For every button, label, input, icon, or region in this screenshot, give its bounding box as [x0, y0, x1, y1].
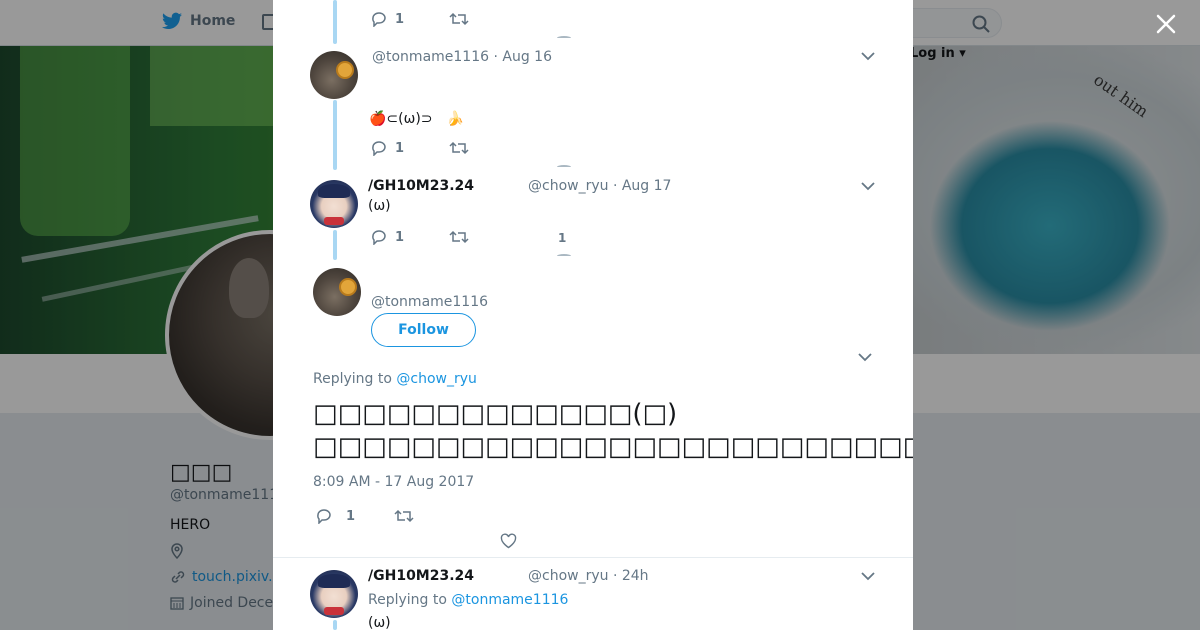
main-tweet-avatar[interactable]	[313, 268, 361, 316]
avatar[interactable]	[310, 180, 358, 228]
retweet-action[interactable]	[449, 11, 469, 27]
tweet-handle[interactable]: @chow_ryu	[528, 178, 609, 194]
like-count: 1	[558, 231, 567, 245]
reply-action[interactable]: 1	[371, 229, 404, 245]
tweet-header: @tonmame1116 · Aug 16	[372, 49, 552, 65]
thread-connector	[333, 620, 337, 630]
like-icon[interactable]	[557, 36, 571, 40]
reply-icon	[372, 141, 386, 156]
tweet-text: (ω)	[368, 615, 391, 630]
tweet-detail-modal: 1 @tonmame1116 · Aug 16 🍎⊂(ω)⊃ 🍌 1 /GH10…	[273, 0, 913, 630]
retweet-action[interactable]	[394, 508, 414, 524]
replying-to: Replying to @chow_ryu	[313, 371, 477, 387]
reply-icon	[372, 230, 386, 245]
reply-count: 1	[395, 229, 405, 245]
tweet-handle[interactable]: @tonmame1116	[372, 49, 489, 65]
avatar[interactable]	[310, 570, 358, 618]
avatar[interactable]	[310, 51, 358, 99]
replying-prefix: Replying to	[313, 371, 392, 387]
tweet-date[interactable]: 24h	[622, 568, 649, 584]
tweet-header: @chow_ryu · 24h	[528, 568, 649, 584]
reply-icon	[317, 509, 331, 524]
replying-to-link[interactable]: @tonmame1116	[451, 592, 568, 608]
retweet-icon	[449, 12, 469, 26]
retweet-icon	[449, 230, 469, 244]
reply-icon	[372, 12, 386, 27]
chevron-down-icon[interactable]	[861, 571, 875, 581]
reply-count: 1	[395, 11, 405, 27]
chevron-down-icon[interactable]	[861, 51, 875, 61]
main-tweet-text: □□□□□□□□□□□□□(□) □□□□□□□□□□□□□□□□□□□□□□□…	[313, 398, 913, 464]
tweet-author-name[interactable]: /GH10M23.24	[368, 568, 474, 584]
tweet-header: @chow_ryu · Aug 17	[528, 178, 672, 194]
reply-action[interactable]: 1	[371, 11, 404, 27]
chevron-down-icon[interactable]	[858, 352, 872, 362]
tweet-text: 🍎⊂(ω)⊃ 🍌	[369, 111, 464, 127]
replying-prefix: Replying to	[368, 592, 447, 608]
heart-icon[interactable]	[500, 533, 517, 549]
replying-to: Replying to @tonmame1116	[368, 592, 568, 608]
like-icon[interactable]	[557, 254, 571, 258]
like-icon[interactable]	[557, 165, 571, 169]
retweet-icon	[449, 141, 469, 155]
reply-count: 1	[346, 508, 356, 524]
main-tweet-line-2: □□□□□□□□□□□□□□□□□□□□□□□□□□□□□□□□□□□□□□□□…	[313, 432, 913, 462]
thread-connector	[333, 0, 337, 44]
tweet-handle[interactable]: @chow_ryu	[528, 568, 609, 584]
thread-connector	[333, 230, 337, 260]
main-tweet-timestamp[interactable]: 8:09 AM - 17 Aug 2017	[313, 474, 474, 490]
tweet-date[interactable]: Aug 16	[502, 49, 552, 65]
main-tweet-handle[interactable]: @tonmame1116	[371, 294, 488, 310]
retweet-icon	[394, 509, 414, 523]
close-icon[interactable]	[1154, 12, 1178, 36]
tweet-author-name[interactable]: /GH10M23.24	[368, 178, 474, 194]
divider	[273, 557, 913, 558]
tweet-text: (ω)	[368, 198, 391, 214]
thread-connector	[333, 100, 337, 170]
retweet-action[interactable]	[449, 140, 469, 156]
reply-action[interactable]: 1	[316, 508, 355, 524]
chevron-down-icon[interactable]	[861, 181, 875, 191]
like-action[interactable]: 1	[558, 231, 566, 245]
retweet-action[interactable]	[449, 229, 469, 245]
main-tweet-line-1: □□□□□□□□□□□□□(□)	[313, 399, 678, 429]
reply-action[interactable]: 1	[371, 140, 404, 156]
tweet-date[interactable]: Aug 17	[622, 178, 672, 194]
reply-count: 1	[395, 140, 405, 156]
follow-button[interactable]: Follow	[371, 313, 476, 347]
replying-to-link[interactable]: @chow_ryu	[396, 371, 477, 387]
